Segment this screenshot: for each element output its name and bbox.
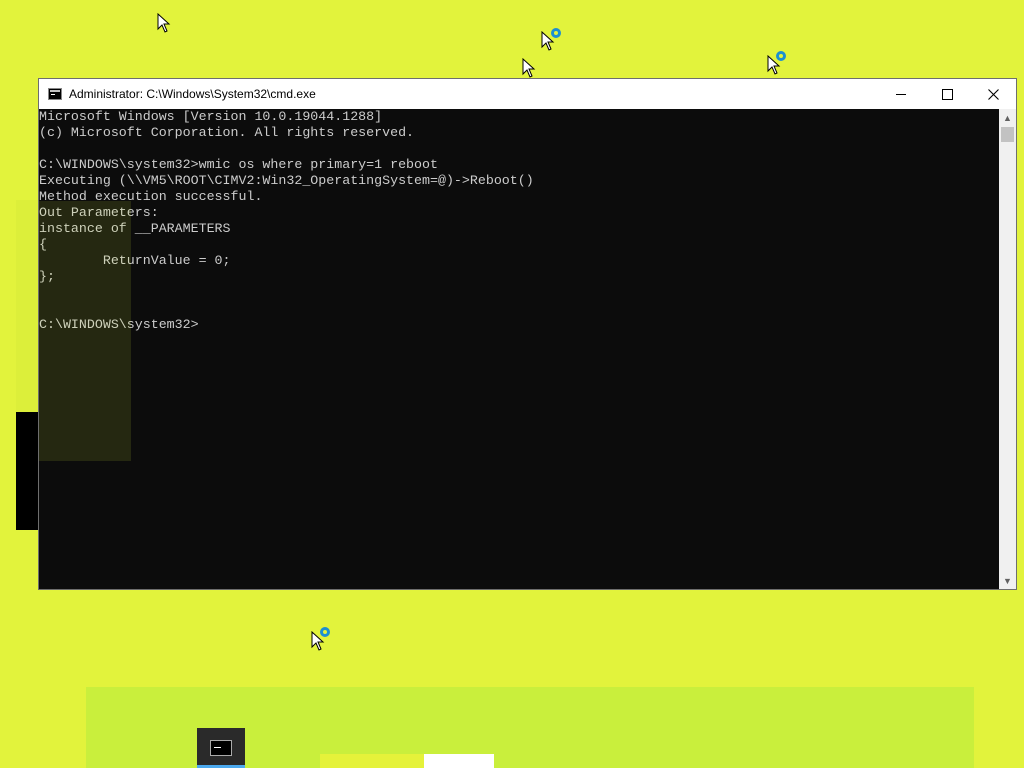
mouse-pointer-icon bbox=[157, 13, 171, 33]
console-line: C:\WINDOWS\system32>wmic os where primar… bbox=[39, 157, 438, 172]
cmd-icon bbox=[48, 88, 62, 100]
console-line: Executing (\\VM5\ROOT\CIMV2:Win32_Operat… bbox=[39, 173, 534, 188]
close-icon bbox=[987, 88, 999, 100]
chevron-up-icon: ▲ bbox=[1003, 112, 1012, 123]
scroll-down-button[interactable]: ▼ bbox=[999, 572, 1016, 589]
maximize-icon bbox=[941, 88, 953, 100]
minimize-icon bbox=[896, 93, 906, 95]
console-overlay-artifact bbox=[39, 201, 131, 461]
busy-spinner-icon bbox=[320, 627, 330, 637]
taskbar-artifact bbox=[320, 754, 424, 768]
console-line: (c) Microsoft Corporation. All rights re… bbox=[39, 125, 415, 140]
scroll-up-button[interactable]: ▲ bbox=[999, 109, 1016, 126]
close-button[interactable] bbox=[970, 79, 1016, 109]
console-output[interactable]: Microsoft Windows [Version 10.0.19044.12… bbox=[39, 109, 999, 589]
mouse-pointer-icon bbox=[522, 58, 536, 78]
chevron-down-icon: ▼ bbox=[1003, 575, 1012, 586]
busy-spinner-icon bbox=[551, 28, 561, 38]
window-title: Administrator: C:\Windows\System32\cmd.e… bbox=[69, 87, 316, 101]
taskbar-cmd-button[interactable] bbox=[197, 728, 245, 768]
minimize-button[interactable] bbox=[878, 79, 924, 109]
console-text: Microsoft Windows [Version 10.0.19044.12… bbox=[39, 109, 999, 333]
window-titlebar[interactable]: Administrator: C:\Windows\System32\cmd.e… bbox=[39, 79, 1016, 109]
cmd-icon bbox=[210, 740, 232, 756]
taskbar-artifact bbox=[424, 754, 494, 768]
maximize-button[interactable] bbox=[924, 79, 970, 109]
busy-spinner-icon bbox=[776, 51, 786, 61]
console-line: Microsoft Windows [Version 10.0.19044.12… bbox=[39, 109, 383, 124]
cmd-window[interactable]: Administrator: C:\Windows\System32\cmd.e… bbox=[38, 78, 1017, 590]
vertical-scrollbar[interactable]: ▲ ▼ bbox=[999, 109, 1016, 589]
scrollbar-thumb[interactable] bbox=[1001, 127, 1014, 142]
